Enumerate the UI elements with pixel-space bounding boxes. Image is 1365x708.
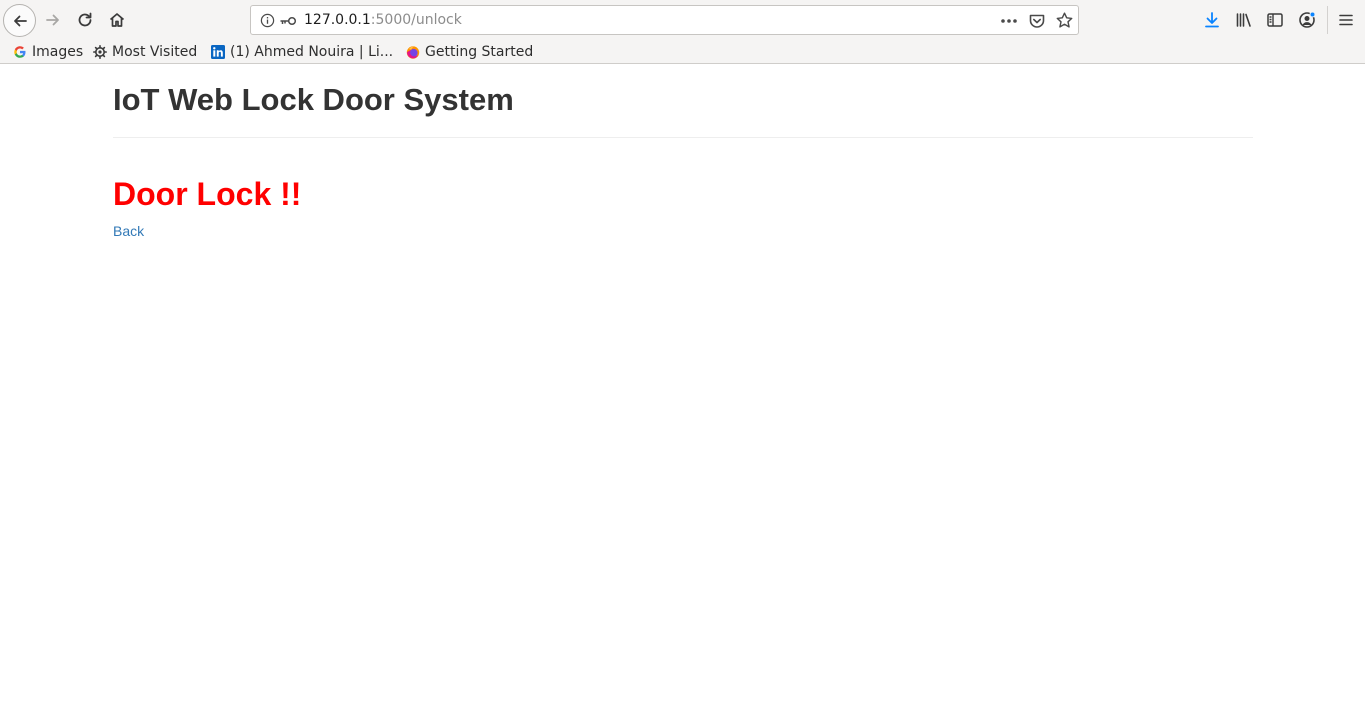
google-icon (13, 45, 27, 59)
hamburger-menu-icon (1339, 14, 1353, 26)
download-icon (1205, 12, 1219, 28)
reload-icon (78, 12, 92, 27)
arrow-right-icon (46, 14, 59, 26)
account-icon (1299, 11, 1316, 28)
downloads-button[interactable] (1201, 9, 1223, 31)
header-divider (113, 137, 1253, 138)
library-button[interactable] (1233, 9, 1255, 31)
sidebar-button[interactable] (1264, 9, 1286, 31)
pocket-icon[interactable] (1028, 12, 1046, 30)
arrow-left-icon (13, 15, 27, 26)
library-icon (1236, 13, 1251, 27)
door-status-heading: Door Lock !! (113, 176, 302, 212)
reload-button[interactable] (72, 7, 98, 33)
bookmark-getting-started[interactable]: Getting Started (406, 42, 533, 62)
home-icon (109, 13, 125, 27)
browser-toolbar: 127.0.0.1:5000/unlock (0, 0, 1365, 40)
menu-button[interactable] (1335, 9, 1357, 31)
back-link[interactable]: Back (113, 222, 144, 240)
toolbar-divider (1327, 6, 1328, 34)
star-icon[interactable] (1055, 11, 1074, 30)
bookmark-label: Getting Started (425, 44, 534, 60)
bookmark-label: (1) Ahmed Nouira | Li... (230, 44, 394, 60)
sidebar-icon (1267, 13, 1283, 27)
url-host: 127.0.0.1 (304, 12, 371, 28)
bookmark-linkedin[interactable]: (1) Ahmed Nouira | Li... (211, 42, 393, 62)
bookmark-label: Images (32, 44, 84, 60)
forward-button[interactable] (40, 7, 66, 33)
bookmark-most-visited[interactable]: Most Visited (93, 42, 197, 62)
address-bar[interactable]: 127.0.0.1:5000/unlock (250, 5, 1079, 35)
url-text[interactable]: 127.0.0.1:5000/unlock (304, 12, 462, 29)
url-path: :5000/unlock (370, 12, 462, 28)
home-button[interactable] (104, 7, 130, 33)
back-button[interactable] (3, 4, 36, 37)
info-icon[interactable] (260, 13, 275, 28)
bookmark-label: Most Visited (112, 44, 198, 60)
gear-icon (93, 45, 107, 59)
bookmarks-toolbar: Images Most Visited (1) Ahmed Nouira | L… (0, 40, 1365, 64)
page-title: IoT Web Lock Door System (113, 82, 514, 117)
linkedin-icon (211, 45, 225, 59)
account-button[interactable] (1296, 9, 1318, 31)
bookmark-images[interactable]: Images (13, 42, 83, 62)
key-icon[interactable] (279, 14, 297, 28)
firefox-icon (406, 45, 420, 59)
more-actions-icon[interactable] (999, 14, 1019, 28)
